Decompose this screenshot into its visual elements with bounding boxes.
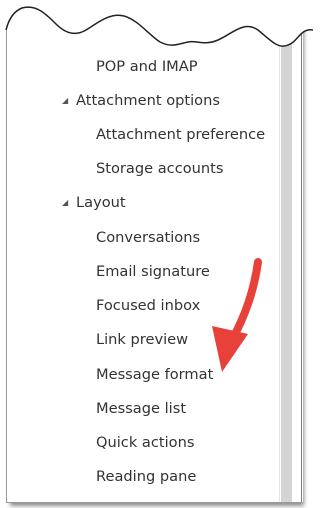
annotation-arrow-icon bbox=[212, 258, 262, 372]
screenshot-frame: ing POP and IMAP ◢Attachment options Att… bbox=[0, 0, 313, 508]
